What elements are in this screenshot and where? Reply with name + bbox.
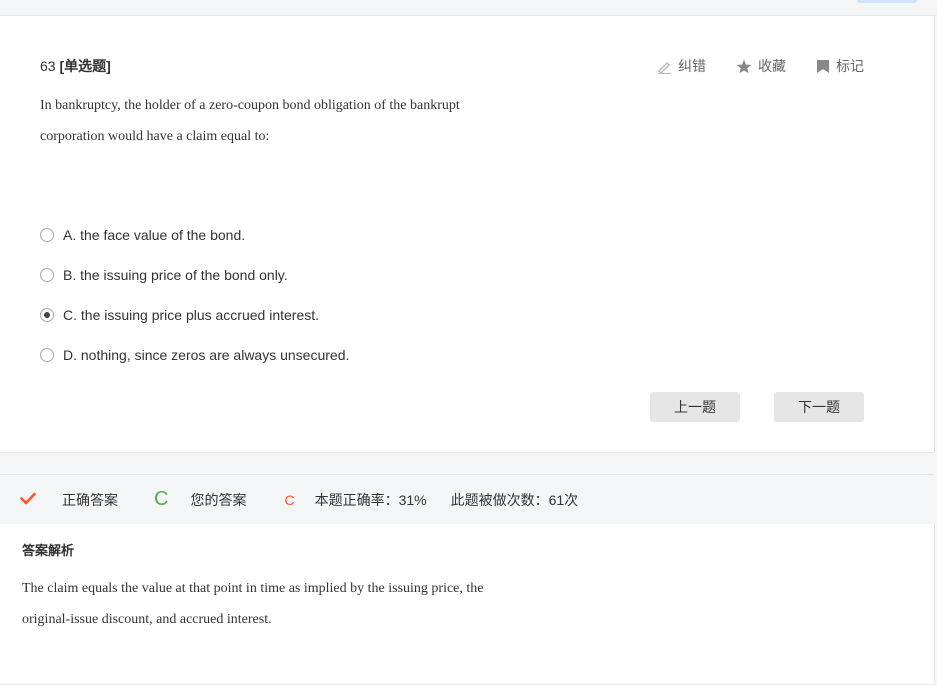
option-a[interactable]: A. the face value of the bond. xyxy=(40,215,349,255)
analysis-title: 答案解析 xyxy=(22,543,75,558)
question-number: 63 xyxy=(40,58,56,74)
pencil-icon xyxy=(657,59,672,74)
your-answer-label: 您的答案 xyxy=(190,491,247,508)
mark-button[interactable]: 标记 xyxy=(816,56,864,76)
option-b-label: B. the issuing price of the bond only. xyxy=(63,267,288,283)
accuracy-rate: 本题正确率：31% xyxy=(314,491,427,508)
top-blue-button[interactable] xyxy=(857,0,917,3)
mark-label: 标记 xyxy=(836,58,864,74)
analysis-panel: 答案解析 The claim equals the value at that … xyxy=(0,524,935,685)
radio-c[interactable] xyxy=(40,308,54,322)
question-header: 63 [单选题] xyxy=(40,56,111,76)
options-list: A. the face value of the bond. B. the is… xyxy=(40,215,349,375)
report-error-button[interactable]: 纠错 xyxy=(657,56,706,76)
favorite-label: 收藏 xyxy=(758,58,786,74)
check-icon xyxy=(20,492,36,508)
report-error-label: 纠错 xyxy=(678,58,706,74)
radio-a[interactable] xyxy=(40,228,54,242)
star-icon xyxy=(736,59,752,74)
option-c-label: C. the issuing price plus accrued intere… xyxy=(63,307,320,323)
your-answer-value: C xyxy=(284,491,295,508)
option-b[interactable]: B. the issuing price of the bond only. xyxy=(40,255,349,295)
correct-answer-value: C xyxy=(154,488,169,510)
answer-bar: 正确答案 C 您的答案 C 本题正确率：31% 此题被做次数：61次 xyxy=(0,474,934,524)
analysis-text: The claim equals the value at that point… xyxy=(22,581,484,627)
question-type: [单选题] xyxy=(59,58,111,74)
attempt-count: 此题被做次数：61次 xyxy=(450,491,579,508)
option-c[interactable]: C. the issuing price plus accrued intere… xyxy=(40,295,349,335)
question-tools: 纠错 收藏 标记 xyxy=(657,56,864,76)
prev-question-button[interactable]: 上一题 xyxy=(650,392,740,422)
bookmark-icon xyxy=(816,59,830,74)
radio-b[interactable] xyxy=(40,268,54,282)
option-d-label: D. nothing, since zeros are always unsec… xyxy=(63,347,350,363)
question-card: 63 [单选题] 纠错 收藏 标记 In bankruptcy, the hol… xyxy=(0,16,935,453)
next-question-button[interactable]: 下一题 xyxy=(774,392,864,422)
question-text: In bankruptcy, the holder of a zero-coup… xyxy=(40,98,460,144)
radio-d[interactable] xyxy=(40,348,54,362)
option-d[interactable]: D. nothing, since zeros are always unsec… xyxy=(40,335,349,375)
top-strip xyxy=(0,0,937,16)
correct-answer-label: 正确答案 xyxy=(62,491,118,508)
option-a-label: A. the face value of the bond. xyxy=(63,227,246,243)
favorite-button[interactable]: 收藏 xyxy=(736,56,786,76)
